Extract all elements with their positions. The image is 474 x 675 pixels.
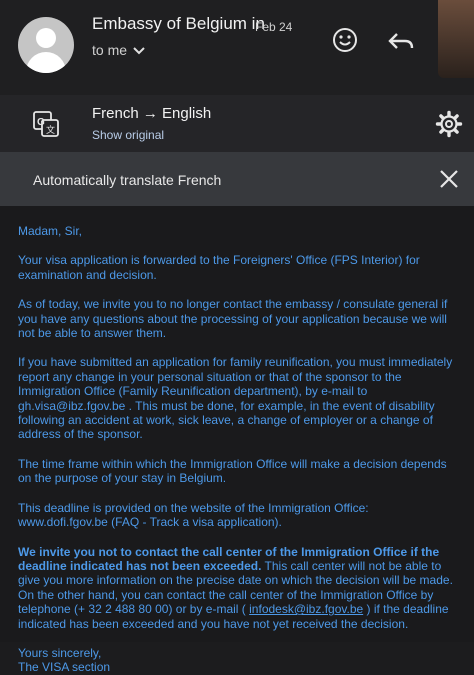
- svg-text:文: 文: [46, 124, 55, 135]
- paragraph-1: Your visa application is forwarded to th…: [18, 253, 420, 282]
- svg-text:G: G: [37, 117, 45, 128]
- avatar[interactable]: [18, 17, 74, 73]
- reply-icon[interactable]: [387, 28, 415, 54]
- emoji-icon[interactable]: [332, 27, 358, 53]
- email-body: Madam, Sir, Your visa application is for…: [18, 224, 458, 675]
- paragraph-5: This deadline is provided on the website…: [18, 500, 369, 530]
- avatar-head: [36, 28, 56, 48]
- translation-languages: French → English: [92, 105, 212, 122]
- greeting: Madam, Sir,: [18, 224, 83, 238]
- sender-name[interactable]: Embassy of Belgium in: [92, 14, 265, 34]
- auto-translate-text[interactable]: Automatically translate French: [33, 172, 221, 188]
- recipient-label[interactable]: to me: [92, 42, 127, 58]
- signature-line-2: The VISA section: [18, 660, 111, 675]
- translation-bar: [0, 95, 474, 152]
- paragraph-6: We invite you not to contact the call ce…: [18, 545, 458, 631]
- paragraph-4: The time frame within which the Immigrat…: [18, 456, 447, 486]
- paragraph-3: If you have submitted an application for…: [18, 355, 453, 442]
- paragraph-2: As of today, we invite you to no longer …: [18, 297, 448, 341]
- email-date: Feb 24: [255, 20, 293, 34]
- profile-thumbnail: [438, 0, 474, 78]
- close-icon[interactable]: [438, 168, 460, 190]
- chevron-down-icon[interactable]: [132, 44, 146, 58]
- show-original-link[interactable]: Show original: [92, 128, 164, 142]
- gear-icon[interactable]: [435, 110, 463, 138]
- signature-line-1: Yours sincerely,: [18, 645, 102, 660]
- avatar-body: [26, 52, 66, 73]
- google-translate-icon: G 文: [33, 111, 59, 137]
- infodesk-email-link[interactable]: infodesk@ibz.fgov.be: [249, 602, 363, 616]
